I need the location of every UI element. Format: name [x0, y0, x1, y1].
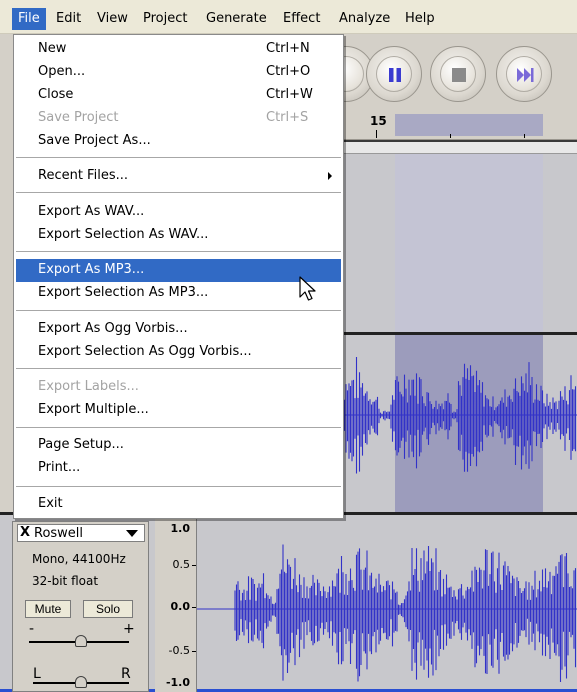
amplitude-scale: 1.0 0.5 0.0 -0.5 -1.0 [155, 515, 197, 692]
menu-separator [16, 486, 341, 487]
track-channel-info: Mono, 44100Hz [32, 552, 126, 566]
skip-to-end-button[interactable] [496, 46, 552, 102]
menu-item-exit[interactable]: Exit [16, 493, 341, 516]
menu-item-export-selection-mp3[interactable]: Export Selection As MP3... [16, 282, 341, 305]
track-area-upper[interactable] [340, 140, 577, 332]
chevron-down-icon[interactable] [126, 530, 138, 537]
scale-label: 0.0 [170, 600, 191, 613]
menu-item-export-selection-ogg[interactable]: Export Selection As Ogg Vorbis... [16, 341, 341, 364]
track-format-info: 32-bit float [32, 574, 99, 588]
waveform [340, 357, 577, 474]
menu-separator [16, 157, 341, 158]
scale-label: 1.0 [170, 522, 191, 535]
track-control-panel: X Roswell Mono, 44100Hz 32-bit float Mut… [12, 521, 149, 692]
pan-slider-thumb[interactable] [75, 676, 87, 688]
menu-item-recent-files[interactable]: Recent Files... [16, 165, 341, 188]
skip-to-end-icon [517, 68, 534, 82]
track-selection [395, 154, 543, 332]
menu-item-export-ogg[interactable]: Export As Ogg Vorbis... [16, 318, 341, 341]
menu-analyze[interactable]: Analyze [333, 8, 396, 30]
menu-help[interactable]: Help [399, 8, 441, 30]
track-area-middle[interactable] [340, 332, 577, 512]
track-name: Roswell [34, 526, 84, 541]
menu-item-export-mp3[interactable]: Export As MP3... [16, 259, 341, 282]
gain-minus-label: - [29, 621, 35, 637]
menu-item-export-multiple[interactable]: Export Multiple... [16, 399, 341, 422]
ruler-tick [376, 130, 377, 138]
ruler-tick-label: 15 [370, 114, 387, 128]
menu-separator [16, 310, 341, 311]
menu-item-close[interactable]: Close Ctrl+W [16, 84, 341, 107]
waveform [197, 544, 577, 682]
transport-toolbar [318, 34, 577, 112]
file-menu-dropdown: New Ctrl+N Open... Ctrl+O Close Ctrl+W Save… [13, 34, 344, 519]
menu-item-export-selection-wav[interactable]: Export Selection As WAV... [16, 224, 341, 247]
ruler-tick [524, 134, 525, 138]
menu-effect[interactable]: Effect [277, 8, 326, 30]
menu-item-save-project: Save Project Ctrl+S [38, 110, 309, 125]
mouse-pointer-icon [299, 276, 316, 301]
menu-generate[interactable]: Generate [200, 8, 273, 30]
submenu-arrow-icon [328, 172, 332, 180]
menu-item-export-labels: Export Labels... [38, 379, 139, 394]
track-close-button[interactable]: X [20, 525, 30, 541]
audio-track: X Roswell Mono, 44100Hz 32-bit float Mut… [0, 512, 577, 692]
pan-left-label: L [33, 666, 41, 682]
menu-item-page-setup[interactable]: Page Setup... [16, 434, 341, 457]
menu-project[interactable]: Project [137, 8, 193, 30]
menu-file[interactable]: File [12, 8, 46, 30]
gain-plus-label: + [123, 621, 135, 637]
menu-edit[interactable]: Edit [50, 8, 87, 30]
menu-view[interactable]: View [91, 8, 134, 30]
menu-item-print[interactable]: Print... [16, 457, 341, 480]
gain-slider-thumb[interactable] [75, 635, 87, 647]
menu-item-new[interactable]: New Ctrl+N [16, 38, 341, 61]
stop-icon [452, 68, 466, 82]
menu-separator [16, 251, 341, 252]
scale-label: 0.5 [172, 558, 191, 571]
scale-label: -1.0 [165, 676, 190, 689]
mute-button[interactable]: Mute [25, 600, 71, 618]
menu-item-open[interactable]: Open... Ctrl+O [16, 61, 341, 84]
menu-separator [16, 368, 341, 369]
menu-separator [16, 192, 341, 193]
ruler-selection [395, 114, 543, 136]
pause-button[interactable] [366, 46, 422, 102]
menu-item-save-project-as[interactable]: Save Project As... [16, 130, 341, 153]
ruler-tick [450, 134, 451, 138]
stop-button[interactable] [430, 46, 486, 102]
track-name-dropdown[interactable]: X Roswell [17, 524, 145, 542]
menu-item-export-wav[interactable]: Export As WAV... [16, 201, 341, 224]
menu-separator [16, 427, 341, 428]
pause-icon [389, 68, 401, 82]
menu-bar: File Edit View Project Generate Effect A… [0, 0, 577, 34]
timeline-ruler[interactable]: 15 [340, 112, 577, 140]
scale-label: -0.5 [168, 644, 190, 657]
pan-right-label: R [121, 666, 131, 682]
solo-button[interactable]: Solo [83, 600, 133, 618]
